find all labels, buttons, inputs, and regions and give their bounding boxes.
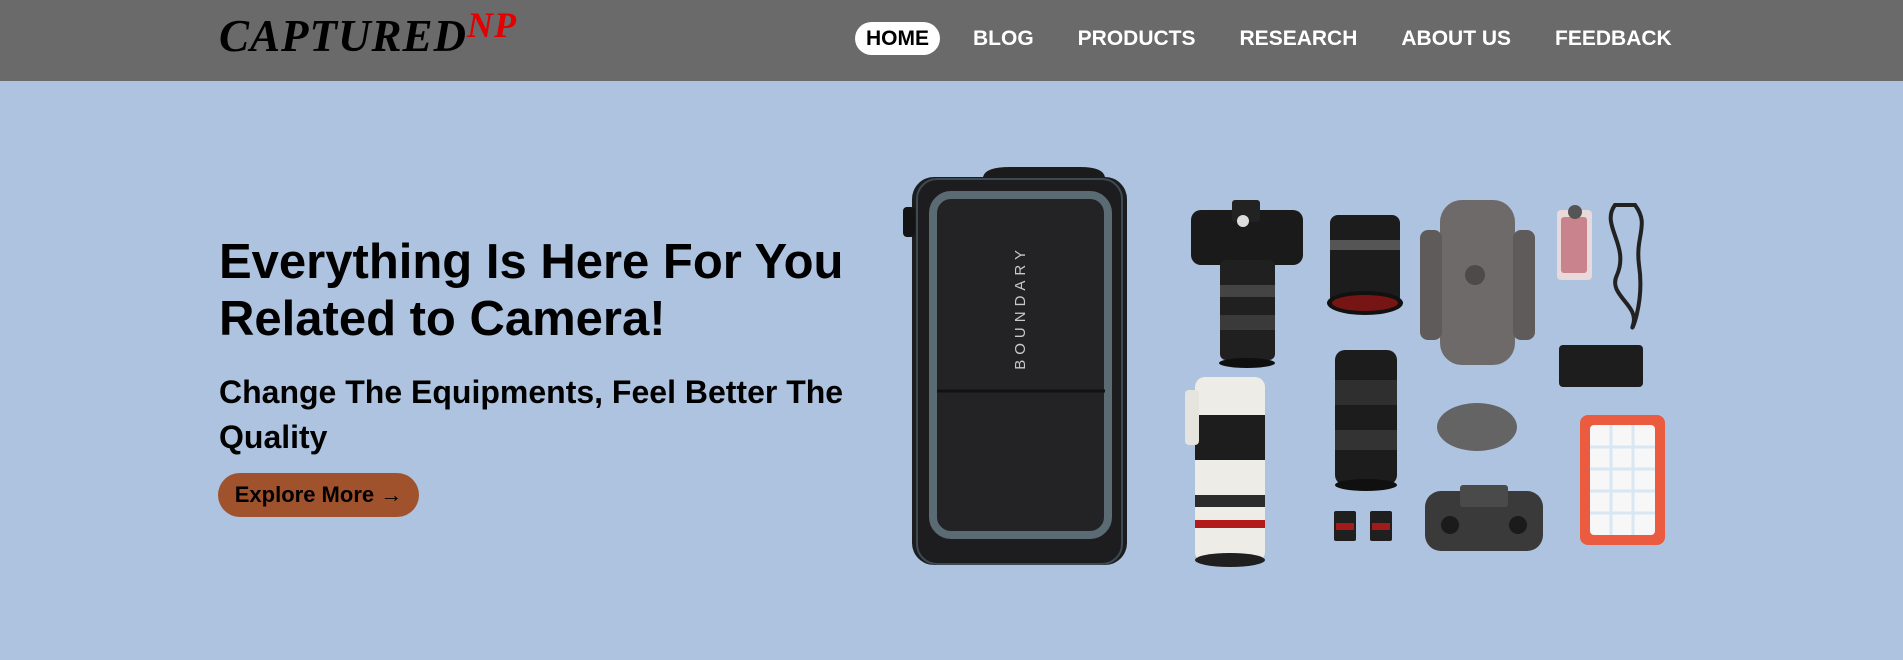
main-nav: HOME BLOG PRODUCTS RESEARCH ABOUT US FEE… — [855, 22, 1705, 55]
hero-subtitle: Change The Equipments, Feel Better The Q… — [219, 374, 844, 455]
nav-feedback[interactable]: FEEDBACK — [1544, 22, 1683, 55]
logo-superscript: NP — [467, 5, 518, 45]
wide-lens — [1327, 215, 1403, 315]
explore-more-button[interactable]: Explore More → — [218, 473, 419, 517]
nav-research[interactable]: RESEARCH — [1229, 22, 1369, 55]
strap-clip — [1557, 205, 1592, 280]
zoom-lens — [1335, 350, 1397, 491]
dslr-camera — [1191, 200, 1303, 368]
hero-title: Everything Is Here For You Related to Ca… — [219, 235, 844, 346]
battery-pack — [1559, 345, 1643, 387]
telephoto-lens — [1185, 377, 1265, 567]
hard-drive — [1580, 415, 1665, 545]
logo-text: CAPTURED — [219, 11, 468, 61]
site-header: CAPTUREDNP HOME BLOG PRODUCTS RESEARCH A… — [0, 0, 1903, 81]
nav-about-us[interactable]: ABOUT US — [1390, 22, 1522, 55]
camera-gear-image: BOUNDARY — [895, 165, 1675, 570]
backpack-illustration: BOUNDARY — [903, 167, 1127, 565]
drone — [1420, 200, 1535, 365]
nav-products[interactable]: PRODUCTS — [1067, 22, 1207, 55]
backpack-brand-text: BOUNDARY — [1012, 245, 1029, 370]
nav-blog[interactable]: BLOG — [962, 22, 1045, 55]
nav-home[interactable]: HOME — [855, 22, 940, 55]
drone-controller — [1425, 485, 1543, 551]
drone-battery — [1437, 403, 1517, 451]
cable — [1608, 203, 1644, 330]
site-logo[interactable]: CAPTUREDNP — [219, 5, 517, 62]
